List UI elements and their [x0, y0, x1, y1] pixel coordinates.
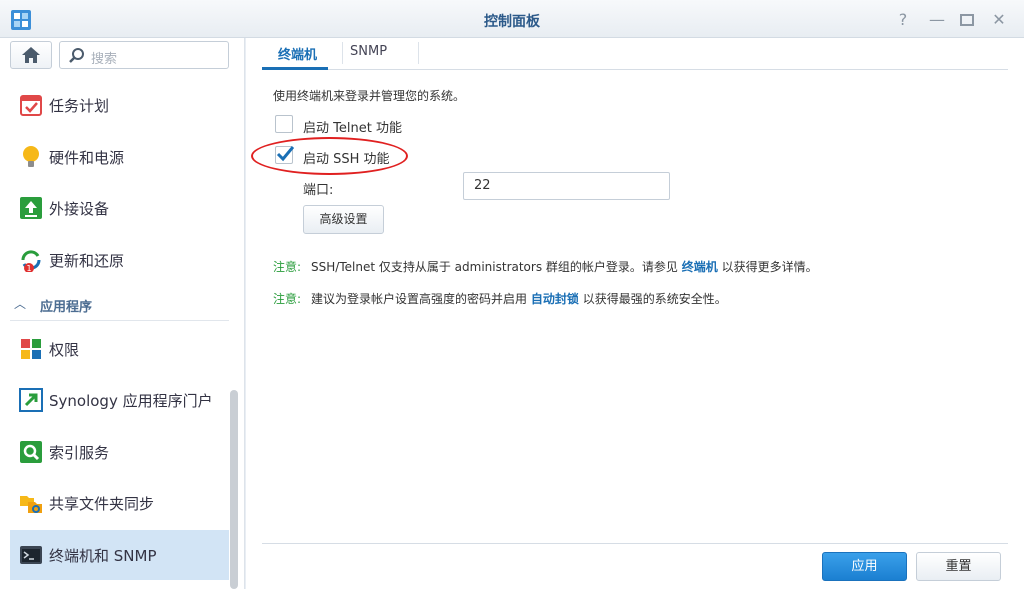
window-title: 控制面板	[484, 14, 540, 30]
shared-folder-sync-icon	[20, 496, 42, 513]
tab-bar: 终端机 SNMP	[262, 38, 1008, 70]
sidebar: 搜索 任务计划 硬件和电源 外接设备 1 更新和还原 ︿ 应用程序 权限 Syn…	[0, 38, 245, 589]
description-text: 使用终端机来登录并管理您的系统。	[273, 89, 466, 103]
main-panel: 终端机 SNMP 使用终端机来登录并管理您的系统。 启动 Telnet 功能 启…	[246, 38, 1024, 589]
auto-block-link[interactable]: 自动封锁	[531, 292, 579, 306]
update-restore-icon: 1	[21, 250, 41, 272]
lightbulb-icon	[23, 146, 39, 167]
sidebar-item-privileges[interactable]: 权限	[10, 324, 229, 374]
note-text: SSH/Telnet 仅支持从属于 administrators 群组的帐户登录…	[311, 260, 678, 274]
terminal-icon	[20, 546, 42, 564]
sidebar-item-update-restore[interactable]: 1 更新和还原	[10, 235, 229, 285]
apply-button[interactable]: 应用	[822, 552, 907, 581]
tab-terminal[interactable]: 终端机	[278, 44, 317, 63]
section-header-label: 应用程序	[40, 300, 93, 315]
sidebar-item-label: 任务计划	[49, 97, 110, 115]
port-label: 端口:	[303, 183, 334, 198]
search-icon	[69, 48, 84, 63]
telnet-checkbox[interactable]	[275, 115, 293, 133]
sidebar-item-label: 更新和还原	[49, 252, 125, 270]
reset-button[interactable]: 重置	[916, 552, 1001, 581]
sidebar-item-external-devices[interactable]: 外接设备	[10, 183, 229, 233]
sidebar-scrollbar[interactable]	[230, 390, 238, 589]
section-header-applications[interactable]: ︿ 应用程序	[10, 293, 229, 321]
calendar-check-icon	[20, 95, 42, 116]
note-password-security: 注意: 建议为登录帐户设置高强度的密码并启用 自动封锁 以获得最强的系统安全性。	[273, 290, 727, 307]
sidebar-item-label: 共享文件夹同步	[49, 495, 155, 513]
tab-divider	[418, 42, 419, 64]
note-text: 以获得最强的系统安全性。	[582, 292, 727, 306]
sidebar-item-label: 硬件和电源	[49, 149, 125, 167]
search-input[interactable]: 搜索	[59, 41, 229, 69]
terminal-help-link[interactable]: 终端机	[682, 260, 718, 274]
note-text: 建议为登录帐户设置高强度的密码并启用	[311, 292, 528, 306]
badge-count: 1	[26, 264, 31, 272]
sidebar-item-indexing[interactable]: 索引服务	[10, 427, 229, 477]
tab-snmp[interactable]: SNMP	[350, 44, 387, 59]
chevron-up-icon: ︿	[14, 297, 27, 311]
sidebar-item-app-portal[interactable]: Synology 应用程序门户	[10, 375, 229, 425]
sidebar-item-label: Synology 应用程序门户	[49, 392, 213, 410]
app-portal-icon	[19, 388, 43, 412]
tab-divider	[342, 42, 343, 64]
upload-device-icon	[20, 197, 42, 219]
port-input[interactable]: 22	[463, 172, 670, 200]
sidebar-item-terminal-snmp[interactable]: 终端机和 SNMP	[10, 530, 229, 580]
sidebar-item-task-scheduler[interactable]: 任务计划	[10, 80, 229, 130]
home-icon	[22, 47, 40, 63]
close-icon[interactable]: ✕	[988, 9, 1010, 31]
footer-divider	[262, 543, 1008, 544]
index-search-icon	[20, 441, 42, 463]
privileges-icon	[21, 339, 41, 359]
sidebar-item-label: 终端机和 SNMP	[49, 547, 157, 565]
sidebar-item-hardware-power[interactable]: 硬件和电源	[10, 132, 229, 182]
advanced-settings-button[interactable]: 高级设置	[303, 205, 384, 234]
telnet-label: 启动 Telnet 功能	[303, 121, 402, 136]
help-icon[interactable]: ?	[892, 9, 914, 31]
sidebar-item-shared-folder-sync[interactable]: 共享文件夹同步	[10, 478, 229, 528]
note-tag: 注意:	[273, 292, 302, 306]
note-ssh-admin: 注意: SSH/Telnet 仅支持从属于 administrators 群组的帐…	[273, 258, 818, 275]
title-bar: 控制面板 ? — ✕	[0, 0, 1024, 38]
sidebar-item-label: 权限	[49, 341, 80, 359]
maximize-icon[interactable]	[956, 9, 978, 31]
annotation-circle	[251, 137, 408, 175]
minimize-icon[interactable]: —	[926, 9, 948, 31]
sidebar-item-label: 索引服务	[49, 444, 110, 462]
active-tab-indicator	[262, 67, 328, 70]
note-tag: 注意:	[273, 260, 302, 274]
home-button[interactable]	[10, 41, 52, 69]
note-text: 以获得更多详情。	[721, 260, 818, 274]
sidebar-item-label: 外接设备	[49, 200, 110, 218]
search-placeholder: 搜索	[91, 52, 118, 67]
